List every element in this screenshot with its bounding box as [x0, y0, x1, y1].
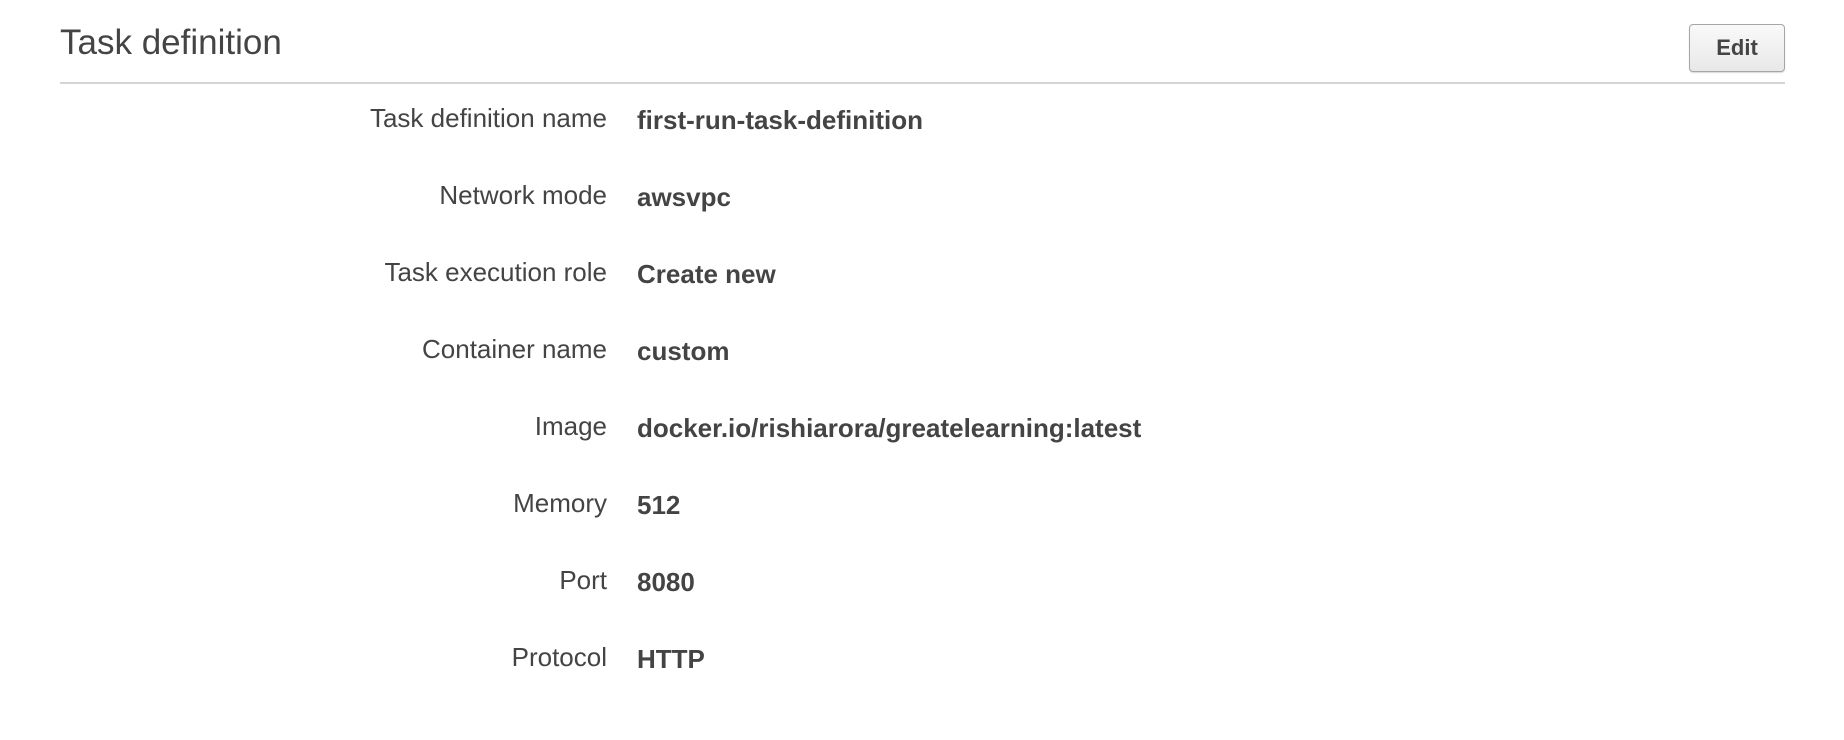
field-row-network-mode: Network mode awsvpc [60, 175, 1785, 215]
field-value: 512 [637, 490, 681, 520]
field-value: first-run-task-definition [637, 105, 923, 135]
field-value: Create new [637, 259, 776, 289]
field-label: Task definition name [369, 103, 607, 133]
field-row-image: Image docker.io/rishiarora/greatelearnin… [60, 406, 1785, 446]
field-value: 8080 [637, 567, 695, 597]
field-label: Port [559, 565, 607, 595]
field-row-task-definition-name: Task definition name first-run-task-defi… [60, 98, 1785, 138]
field-value: HTTP [637, 644, 705, 674]
field-label: Protocol [511, 642, 607, 672]
field-value: docker.io/rishiarora/greatelearning:late… [637, 413, 1142, 443]
task-definition-section: Task definition Edit Task definition nam… [60, 0, 1785, 674]
field-row-port: Port 8080 [60, 560, 1785, 600]
field-label: Image [534, 411, 607, 441]
field-label: Container name [422, 334, 607, 364]
edit-button[interactable]: Edit [1689, 24, 1785, 72]
section-header: Task definition Edit [60, 0, 1785, 84]
field-label: Task execution role [384, 257, 607, 287]
field-value: custom [637, 336, 730, 366]
section-title: Task definition [60, 23, 282, 62]
field-row-protocol: Protocol HTTP [60, 637, 1785, 677]
field-row-container-name: Container name custom [60, 329, 1785, 369]
field-row-memory: Memory 512 [60, 483, 1785, 523]
field-row-task-execution-role: Task execution role Create new [60, 252, 1785, 292]
field-value: awsvpc [637, 182, 731, 212]
field-label: Memory [513, 488, 607, 518]
field-label: Network mode [439, 180, 607, 210]
